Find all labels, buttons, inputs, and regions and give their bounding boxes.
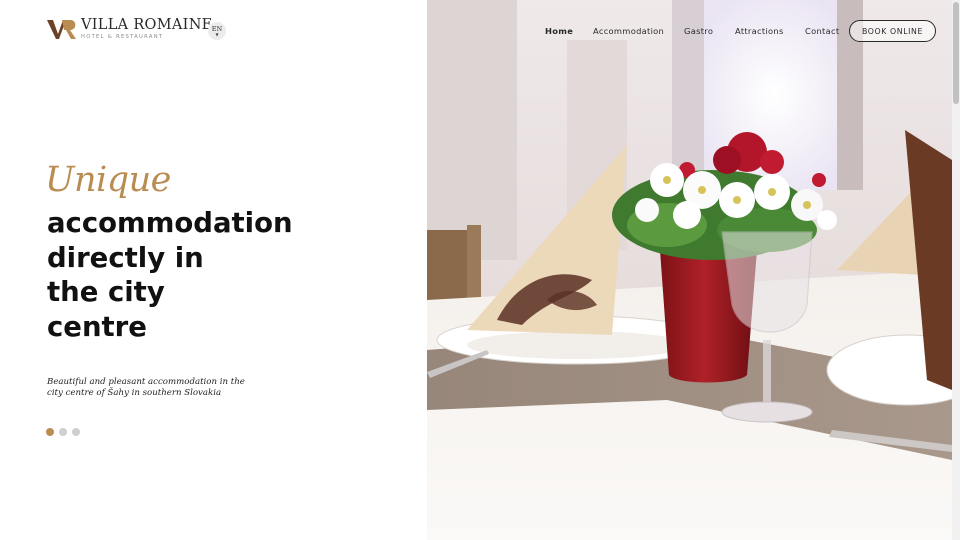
slider-dot-3[interactable] [72, 428, 80, 436]
main-nav: Home Accommodation Gastro Attractions Co… [0, 26, 960, 36]
book-online-button[interactable]: BOOK ONLINE [849, 20, 936, 42]
scrollbar-thumb[interactable] [953, 2, 959, 104]
hero-script-word: Unique [45, 160, 171, 200]
hero-description: Beautiful and pleasant accommodation in … [47, 377, 247, 399]
hero-description-line: city centre of Šahy in southern Slovakia [47, 388, 222, 398]
slider-dot-2[interactable] [59, 428, 67, 436]
hero-title-line: accommodation [47, 207, 293, 239]
nav-item-gastro[interactable]: Gastro [684, 26, 713, 36]
hero-title: accommodation directly in the city centr… [47, 206, 347, 344]
nav-item-accommodation[interactable]: Accommodation [593, 26, 664, 36]
hero-title-line: centre [47, 310, 147, 343]
nav-item-contact[interactable]: Contact [805, 26, 839, 36]
slider-dots [46, 428, 80, 436]
nav-item-home[interactable]: Home [545, 26, 573, 36]
table-setting-image [427, 0, 952, 540]
hero-title-line: directly in [47, 241, 204, 274]
hero-description-line: Beautiful and pleasant accommodation in … [47, 377, 245, 387]
nav-item-attractions[interactable]: Attractions [735, 26, 784, 36]
hero-photo [427, 0, 952, 540]
slider-dot-1[interactable] [46, 428, 54, 436]
hero-title-line: the city [47, 276, 165, 309]
page-scrollbar[interactable] [952, 0, 960, 540]
